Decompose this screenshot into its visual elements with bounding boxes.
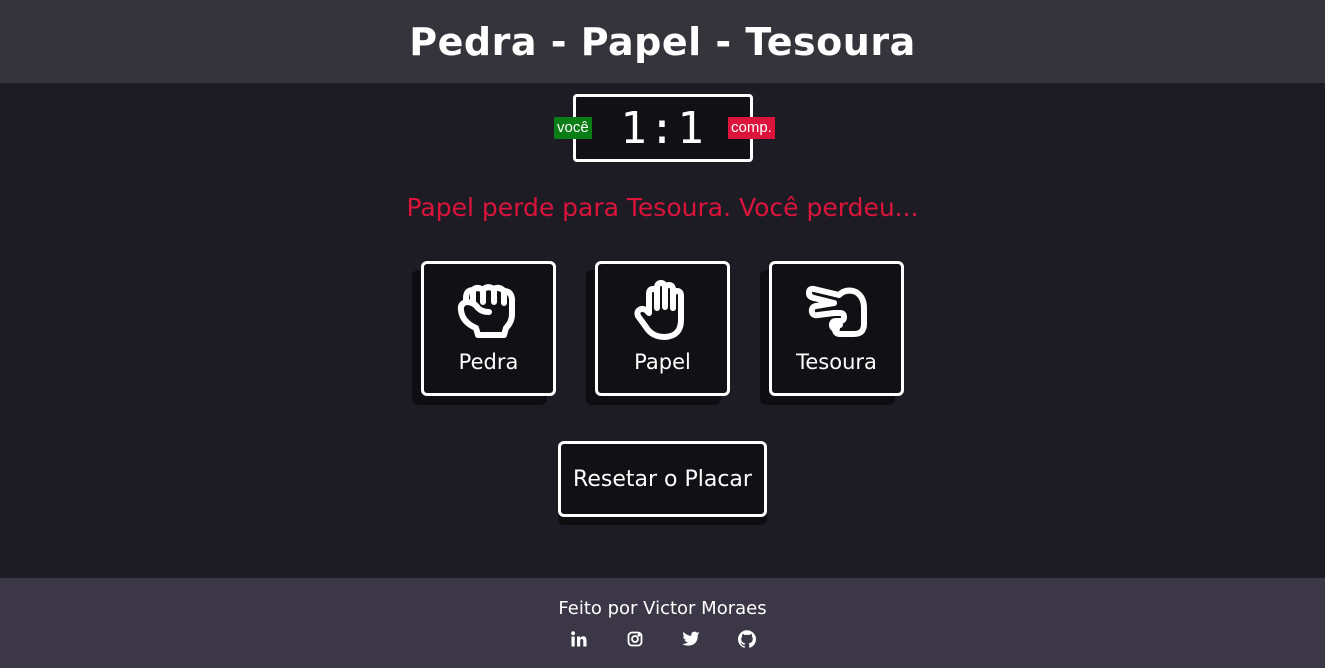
score-separator: :	[648, 102, 678, 154]
footer-credit: Feito por Victor Moraes	[558, 598, 767, 619]
social-links	[0, 629, 1325, 649]
choice-label: Papel	[634, 350, 691, 374]
result-message: Papel perde para Tesoura. Você perdeu...	[406, 193, 919, 222]
open-hand-icon	[628, 280, 698, 342]
page-title: Pedra - Papel - Tesoura	[409, 19, 916, 64]
choice-papel-button[interactable]: Papel	[595, 261, 730, 396]
computer-score: 1	[677, 102, 706, 154]
page-footer: Feito por Victor Moraes	[0, 578, 1325, 668]
page-header: Pedra - Papel - Tesoura	[0, 0, 1325, 83]
choice-pedra-button[interactable]: Pedra	[421, 261, 556, 396]
twitter-icon[interactable]	[681, 629, 701, 649]
fist-icon	[454, 280, 524, 342]
user-score: 1	[620, 102, 649, 154]
scissors-hand-icon	[802, 280, 872, 342]
choice-label: Pedra	[458, 350, 519, 374]
choice-tesoura-button[interactable]: Tesoura	[769, 261, 904, 396]
score-display: 1:1	[620, 103, 706, 154]
computer-badge: comp.	[728, 117, 775, 139]
choice-label: Tesoura	[796, 350, 877, 374]
instagram-icon[interactable]	[625, 629, 645, 649]
linkedin-icon[interactable]	[569, 629, 589, 649]
scoreboard: 1:1	[573, 94, 753, 162]
reset-score-button[interactable]: Resetar o Placar	[558, 441, 767, 517]
user-badge: você	[554, 117, 592, 139]
github-icon[interactable]	[737, 629, 757, 649]
